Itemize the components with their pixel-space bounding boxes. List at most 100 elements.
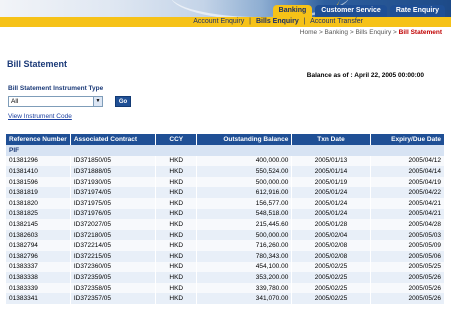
cell-ccy: HKD [155,197,198,209]
cell-outstanding-balance: 716,260.00 [196,240,293,251]
cell-reference-number: 01383338 [6,272,71,283]
cell-reference-number: 01381819 [6,187,71,198]
cell-reference-number: 01382794 [6,240,71,251]
table-row: 01382145 ID372027/05 HKD 215,445.60 2005/01/… [6,219,446,230]
main-tabs: Banking Customer Service Rate Enquiry [270,5,445,17]
sublink-separator: | [249,18,251,25]
cell-expiry-due-date: 2005/04/14 [370,166,446,177]
col-reference-number: Reference Number [6,134,71,145]
cell-associated-contract: ID372358/05 [70,282,157,294]
cell-ccy: HKD [155,208,198,220]
cell-outstanding-balance: 341,070.00 [196,293,293,304]
col-ccy: CCY [155,134,198,145]
cell-expiry-due-date: 2005/04/28 [370,219,446,230]
cell-expiry-due-date: 2005/04/21 [370,208,446,220]
cell-associated-contract: ID371976/05 [70,208,157,220]
instrument-type-value: All [11,98,19,105]
sublink-separator: | [303,18,306,25]
table-row: 01381825 ID371976/05 HKD 548,518.00 2005/01/… [6,208,446,220]
cell-expiry-due-date: 2005/04/19 [370,176,446,188]
cell-ccy: HKD [155,155,198,167]
header-banner: Banking Customer Service Rate Enquiry [0,0,451,18]
cell-ccy: HKD [155,293,198,304]
cell-associated-contract: ID372215/05 [70,250,157,262]
cell-txn-date: 2005/02/04 [291,229,371,241]
cell-outstanding-balance: 215,445.60 [196,219,293,230]
instrument-type-select[interactable]: All ▼ [8,96,103,107]
cell-expiry-due-date: 2005/05/26 [370,282,446,294]
balance-label: Balance as of : [306,72,353,79]
view-instrument-code-link[interactable]: View Instrument Code [8,113,72,120]
cell-ccy: HKD [155,229,198,241]
breadcrumb-bills-enquiry[interactable]: Bills Enquiry [355,29,391,36]
table-row: 01381820 ID371975/05 HKD 156,577.00 2005/01/… [6,197,446,209]
chevron-down-icon[interactable]: ▼ [93,97,102,106]
cell-txn-date: 2005/01/14 [291,166,371,177]
cell-associated-contract: ID371975/05 [70,197,157,209]
table-header-row: Reference Number Associated Contract CCY… [6,134,446,145]
bill-statement-table: Reference Number Associated Contract CCY… [6,134,446,304]
cell-txn-date: 2005/02/25 [291,282,371,294]
cell-associated-contract: ID372214/05 [70,240,157,251]
cell-txn-date: 2005/02/08 [291,240,371,251]
breadcrumb-current: Bill Statement [398,29,442,36]
cell-reference-number: 01382796 [6,250,71,262]
tab-rate-enquiry[interactable]: Rate Enquiry [389,5,445,17]
cell-txn-date: 2005/02/08 [291,250,371,262]
sublink-bills-enquiry[interactable]: Bills Enquiry [256,18,299,25]
cell-outstanding-balance: 339,780.00 [196,282,293,294]
cell-ccy: HKD [155,272,198,283]
cell-associated-contract: ID371850/05 [70,155,157,167]
cell-expiry-due-date: 2005/04/22 [370,187,446,198]
instrument-type-label: Bill Statement Instrument Type [8,85,104,92]
cell-ccy: HKD [155,250,198,262]
cell-outstanding-balance: 612,916.00 [196,187,293,198]
breadcrumb: Home > Banking > Bills Enquiry > Bill St… [300,28,442,37]
cell-expiry-due-date: 2005/05/26 [370,293,446,304]
tab-banking[interactable]: Banking [272,5,313,17]
cell-reference-number: 01381296 [6,155,71,167]
sub-navigation: Account Enquiry | Bills Enquiry | Accoun… [0,17,451,27]
cell-txn-date: 2005/02/25 [291,293,371,304]
cell-ccy: HKD [155,240,198,251]
col-txn-date: Txn Date [291,134,371,145]
breadcrumb-separator: > [393,29,397,36]
cell-txn-date: 2005/01/19 [291,176,371,188]
balance-as-of: Balance as of : April 22, 2005 00:00:00 [307,72,424,79]
table-row: 01383339 ID372358/05 HKD 339,780.00 2005/02/… [6,282,446,294]
cell-outstanding-balance: 353,200.00 [196,272,293,283]
tab-customer-service[interactable]: Customer Service [315,5,387,17]
cell-associated-contract: ID371974/05 [70,187,157,198]
table-row: 01381596 ID371930/05 HKD 500,000.00 2005/01/… [6,176,446,188]
breadcrumb-separator: > [318,29,323,36]
cell-outstanding-balance: 780,343.00 [196,250,293,262]
cell-reference-number: 01381596 [6,176,71,188]
sublink-account-enquiry[interactable]: Account Enquiry [193,18,244,25]
cell-txn-date: 2005/01/28 [291,219,371,230]
table-row: 01383337 ID372360/05 HKD 454,100.00 2005/02/… [6,261,446,273]
cell-txn-date: 2005/01/13 [291,155,371,167]
cell-reference-number: 01381820 [6,197,71,209]
cell-txn-date: 2005/01/24 [291,197,371,209]
cell-expiry-due-date: 2005/04/21 [370,197,446,209]
cell-outstanding-balance: 500,000.00 [196,176,293,188]
sublink-account-transfer[interactable]: Account Transfer [310,18,363,25]
cell-associated-contract: ID372359/05 [70,272,157,283]
go-button[interactable]: Go [115,96,131,107]
cell-expiry-due-date: 2005/05/03 [370,229,446,241]
cell-ccy: HKD [155,261,198,273]
table-row: 01381819 ID371974/05 HKD 612,916.00 2005/01/… [6,187,446,198]
col-expiry-due-date: Expiry/Due Date [370,134,446,145]
cell-associated-contract: ID372180/05 [70,229,157,241]
breadcrumb-separator: > [349,29,354,36]
cell-ccy: HKD [155,166,198,177]
breadcrumb-banking[interactable]: Banking [325,29,349,36]
cell-outstanding-balance: 500,000.00 [196,229,293,241]
group-row: PIF [6,145,445,156]
cell-reference-number: 01382603 [6,229,71,241]
cell-outstanding-balance: 156,577.00 [196,197,293,209]
cell-txn-date: 2005/01/24 [291,208,371,220]
table-row: 01382603 ID372180/05 HKD 500,000.00 2005/02/… [6,229,446,241]
cell-associated-contract: ID372027/05 [70,219,157,230]
breadcrumb-home[interactable]: Home [300,29,317,36]
